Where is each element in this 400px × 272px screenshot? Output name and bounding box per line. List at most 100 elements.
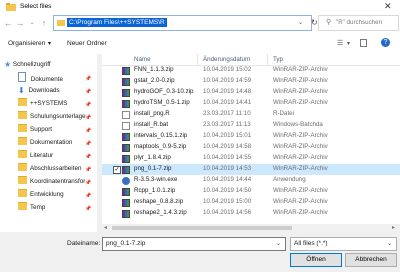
file-type: WinRAR-ZIP-Archiv <box>273 165 328 172</box>
file-row[interactable]: plyr_1.8.4.zip 10.04.2019 14:55 WinRAR-ZIP… <box>102 153 400 164</box>
file-name: gstat_2.0-0.zip <box>134 77 175 84</box>
file-row[interactable]: reshape2_1.4.3.zip 10.04.2019 14:56 WinRAR… <box>102 208 400 219</box>
organize-dropdown-icon: ▾ <box>48 41 52 47</box>
file-type: WinRAR-ZIP-Archiv <box>273 154 328 161</box>
file-type: WinRAR-ZIP-Archiv <box>273 143 328 150</box>
file-row[interactable]: reshape_0.8.8.zip 10.04.2019 15:00 WinRAR-… <box>102 197 400 208</box>
folder-icon <box>18 124 27 132</box>
file-name: intervals_0.15.1.zip <box>134 132 188 139</box>
nav-item-label: Dokumente <box>30 76 63 83</box>
nav-item-folder[interactable]: Entwicklung <box>18 189 64 200</box>
file-row[interactable]: hydroTSM_0.5-1.zip 10.04.2019 14:41 WinRAR… <box>102 98 400 109</box>
file-type-dropdown-icon[interactable]: ⌄ <box>387 240 392 247</box>
nav-item-folder[interactable]: Literatur <box>18 150 53 161</box>
view-dropdown-icon[interactable]: ▾ <box>347 40 350 47</box>
search-placeholder[interactable]: "R" durchsuchen <box>336 19 382 26</box>
pin-icon: 📌 <box>85 102 92 108</box>
address-dropdown-icon[interactable]: ⌄ <box>298 19 303 26</box>
file-type: WinRAR-ZIP-Archiv <box>273 66 328 73</box>
help-icon[interactable]: ? <box>381 38 390 47</box>
file-row[interactable]: ✓ png_0.1-7.zip 10.04.2019 14:53 WinRAR-ZIP… <box>102 164 400 175</box>
nav-item-folder[interactable]: Support <box>18 124 52 135</box>
cancel-button[interactable]: Abbrechen <box>345 253 397 267</box>
folder-icon <box>18 98 27 106</box>
file-row[interactable]: hydroGOF_0.3-10.zip 10.04.2019 14:48 WinRA… <box>102 87 400 98</box>
nav-item-label: Schulungsunterlage <box>30 113 86 120</box>
file-type: Anwendung <box>273 176 306 183</box>
recent-dropdown-icon[interactable]: ⌄ <box>26 17 38 29</box>
nav-item-documents[interactable]: Dokumente <box>18 72 63 83</box>
file-row[interactable]: intervals_0.15.1.zip 10.04.2019 15:01 WinR… <box>102 131 400 142</box>
nav-item-label: Koordinatentransfor <box>30 178 86 185</box>
nav-item-quick-access[interactable]: ★ Schnellzugriff <box>4 59 51 70</box>
new-folder-button[interactable]: Neuer Ordner <box>67 40 107 47</box>
pin-icon: 📌 <box>85 193 92 199</box>
horizontal-scrollbar[interactable]: ◂ ▸ <box>102 224 400 232</box>
scroll-right-icon[interactable]: ▸ <box>392 224 395 231</box>
nav-item-folder[interactable]: ++SYSTEMS <box>18 98 67 109</box>
nav-item-folder[interactable]: Koordinatentransfor <box>18 176 85 187</box>
archive-icon <box>122 209 130 218</box>
pin-icon: 📌 <box>85 167 92 173</box>
row-checkbox[interactable]: ✓ <box>113 165 121 174</box>
file-type: WinRAR-ZIP-Archiv <box>273 99 328 106</box>
nav-item-folder[interactable]: Dokumentation <box>18 137 72 148</box>
refresh-icon[interactable]: ↻ <box>311 18 318 27</box>
file-name: R-3.5.3-win.exe <box>134 176 178 183</box>
filename-input[interactable]: png_0.1-7.zip ⌄ <box>102 237 286 251</box>
archive-icon <box>122 143 130 152</box>
nav-item-folder[interactable]: Abschlussarbeiten <box>18 163 81 174</box>
file-type: Windows-Batchda <box>273 121 323 128</box>
archive-icon <box>122 132 130 141</box>
nav-item-downloads[interactable]: ⬇ Downloads <box>18 85 60 96</box>
forward-arrow-icon[interactable]: → <box>14 17 26 29</box>
nav-item-label: Dokumentation <box>30 139 73 146</box>
text-file-icon <box>122 121 130 130</box>
nav-item-label: Support <box>30 126 53 133</box>
address-path[interactable]: C:\Program Files\++SYSTEMS\R <box>67 18 167 27</box>
file-date: 23.03.2017 11:10 <box>203 110 251 117</box>
file-type-select[interactable]: All files (*.*) ⌄ <box>290 237 397 251</box>
file-row[interactable]: gstat_2.0-0.zip 10.04.2019 14:59 WinRAR-ZI… <box>102 76 400 87</box>
column-name[interactable]: Name <box>134 56 151 63</box>
nav-item-label: Abschlussarbeiten <box>30 165 82 172</box>
scroll-thumb[interactable] <box>112 226 292 230</box>
column-divider <box>267 54 268 65</box>
file-type: WinRAR-ZIP-Archiv <box>273 209 328 216</box>
view-options-icon[interactable]: ☰ <box>337 39 343 47</box>
close-icon[interactable]: ✕ <box>384 1 392 12</box>
nav-item-label: ++SYSTEMS <box>30 100 68 107</box>
search-box[interactable]: ⚲ "R" durchsuchen <box>318 15 399 31</box>
nav-item-folder[interactable]: Temp <box>18 202 45 213</box>
file-type: WinRAR-ZIP-Archiv <box>273 77 328 84</box>
file-name: png_0.1-7.zip <box>134 165 172 172</box>
open-button[interactable]: Öffnen <box>290 253 342 267</box>
file-row[interactable]: Rcpp_1.0.1.zip 10.04.2019 14:50 WinRAR-ZIP… <box>102 186 400 197</box>
column-date[interactable]: Änderungsdatum <box>203 56 250 63</box>
address-bar[interactable]: C:\Program Files\++SYSTEMS\R ⌄ <box>53 15 312 31</box>
nav-item-folder[interactable]: Schulungsunterlage <box>18 111 86 122</box>
file-name: FNN_1.1.3.zip <box>134 66 174 73</box>
file-name: hydroTSM_0.5-1.zip <box>134 99 190 106</box>
file-row[interactable]: maptools_0.9-5.zip 10.04.2019 14:58 WinRAR… <box>102 142 400 153</box>
file-row[interactable]: install_R.bat 23.03.2017 11:13 Windows-Bat… <box>102 120 400 131</box>
column-type[interactable]: Typ <box>273 56 283 63</box>
scroll-left-icon[interactable]: ◂ <box>104 224 107 231</box>
filename-dropdown-icon[interactable]: ⌄ <box>276 240 281 247</box>
pin-icon: 📌 <box>85 141 92 147</box>
folder-icon <box>18 150 27 158</box>
pin-icon: 📌 <box>85 76 92 82</box>
nav-item-label: Entwicklung <box>30 191 64 198</box>
nav-item-label: Downloads <box>28 87 60 94</box>
file-row[interactable]: FNN_1.1.3.zip 10.04.2019 15:02 WinRAR-ZIP-… <box>102 65 400 76</box>
back-arrow-icon[interactable]: ← <box>2 17 14 29</box>
file-row[interactable]: install_png.R 23.03.2017 11:10 R-Datei <box>102 109 400 120</box>
archive-icon <box>122 154 130 163</box>
pin-icon: 📌 <box>85 128 92 134</box>
up-arrow-icon[interactable]: ↑ <box>38 17 50 29</box>
file-row[interactable]: R-3.5.3-win.exe 10.04.2019 14:44 Anwendung <box>102 175 400 186</box>
organize-button[interactable]: Organisieren <box>8 40 45 47</box>
folder-icon <box>18 137 27 145</box>
file-date: 10.04.2019 14:41 <box>203 99 252 106</box>
preview-pane-icon[interactable] <box>360 39 367 47</box>
